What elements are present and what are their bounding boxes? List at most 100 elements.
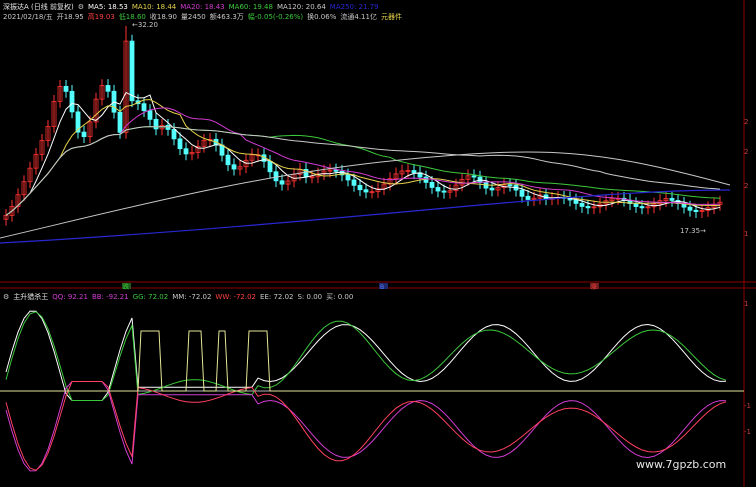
settings-gear-icon[interactable]: ⚙ bbox=[78, 3, 84, 11]
ohlc-item-3: 低18.60 bbox=[118, 13, 146, 21]
candle-body bbox=[273, 171, 279, 182]
price-tick-1: 2 bbox=[744, 148, 749, 156]
chart-frame bbox=[0, 0, 756, 487]
ohlc-item-10: 元器件 bbox=[380, 13, 402, 21]
osc-legend-item-3: MM: -72.02 bbox=[172, 293, 212, 301]
candle-body bbox=[129, 40, 135, 102]
oscillator-legend: QQ: 92.21 BB: -92.21 GG: 72.02 MM: -72.02 WW… bbox=[52, 293, 357, 301]
candle-body bbox=[579, 202, 585, 207]
price-tick-2: 2 bbox=[744, 182, 749, 190]
candle-body bbox=[669, 198, 675, 201]
candle-body bbox=[519, 189, 525, 197]
candle-body bbox=[333, 169, 339, 172]
stock-name[interactable]: 深振达A (日线 前复权) bbox=[3, 3, 74, 11]
oscillator-title[interactable]: 主升猎杀王 bbox=[13, 293, 48, 301]
moving-average-lines bbox=[0, 91, 731, 244]
osc-tick-2: -1 bbox=[744, 428, 751, 436]
candle-body bbox=[411, 170, 417, 174]
ma-legend: MA5: 18.53 MA10: 18.44 MA20: 18.43 MA60: 19… bbox=[88, 3, 383, 11]
candle-body bbox=[177, 138, 183, 150]
ohlc-item-6: 额463.3万 bbox=[209, 13, 244, 21]
high-price-label: ←32.20 bbox=[132, 21, 158, 29]
candle-body bbox=[183, 148, 189, 155]
candle-body bbox=[225, 154, 231, 166]
settings-gear-icon[interactable]: ⚙ bbox=[3, 293, 9, 301]
ohlc-item-9: 流通4.11亿 bbox=[340, 13, 377, 21]
candle-body bbox=[63, 85, 69, 92]
osc-legend-item-6: S: 0.00 bbox=[297, 293, 323, 301]
candle-body bbox=[81, 131, 87, 138]
ma-line-250 bbox=[0, 189, 731, 244]
candle-body bbox=[693, 209, 699, 212]
candle-body bbox=[687, 206, 693, 211]
candle-body bbox=[351, 179, 357, 186]
stock-chart: ←32.20 17.35→ 跌 B 涨 bbox=[0, 0, 756, 487]
ohlc-item-5: 量2450 bbox=[180, 13, 206, 21]
candle-body bbox=[279, 180, 285, 185]
candle-body bbox=[489, 187, 495, 191]
osc-legend-item-7: 买: 0.00 bbox=[326, 293, 354, 301]
osc-line-white bbox=[5, 310, 727, 401]
ma-legend-item-3: MA60: 19.48 bbox=[228, 3, 273, 11]
candle-body bbox=[357, 184, 363, 191]
candle-body bbox=[585, 206, 591, 209]
ma-legend-item-2: MA20: 18.43 bbox=[180, 3, 225, 11]
candle-body bbox=[345, 174, 351, 181]
ma-legend-item-4: MA120: 20.64 bbox=[276, 3, 326, 11]
ma-line-2 bbox=[5, 107, 721, 216]
osc-legend-item-2: GG: 72.02 bbox=[132, 293, 169, 301]
ohlc-item-7: 幅-0.05(-0.26%) bbox=[247, 13, 304, 21]
osc-line-red bbox=[5, 381, 727, 471]
candle-body bbox=[117, 111, 123, 133]
candle-body bbox=[165, 124, 171, 130]
candle-body bbox=[435, 187, 441, 192]
main-header-line1: 深振达A (日线 前复权) ⚙ MA5: 18.53 MA10: 18.44 MA20:… bbox=[3, 2, 387, 12]
osc-tick-0: 1 bbox=[744, 300, 749, 308]
candle-body bbox=[525, 195, 531, 200]
candle-body bbox=[639, 206, 645, 209]
ma-legend-item-5: MA250: 21.79 bbox=[329, 3, 379, 11]
candle-body bbox=[507, 184, 513, 187]
osc-legend-item-0: QQ: 92.21 bbox=[52, 293, 88, 301]
signal-marker-text: 跌 bbox=[123, 283, 129, 291]
osc-line-magenta bbox=[5, 381, 727, 472]
oscillator-panel bbox=[0, 310, 744, 472]
price-tick-0: 2 bbox=[744, 118, 749, 126]
candle-body bbox=[429, 181, 435, 188]
ma-legend-item-1: MA10: 18.44 bbox=[131, 3, 177, 11]
signal-marker-text: B bbox=[380, 284, 384, 291]
osc-line-green bbox=[5, 311, 727, 401]
annotation-marks: ←32.20 17.35→ 跌 B 涨 bbox=[122, 21, 706, 291]
ohlc-item-0: 2021/02/18/五 bbox=[3, 13, 53, 21]
sub-header-line: ⚙ 主升猎杀王 QQ: 92.21 BB: -92.21 GG: 72.02 MM: -7… bbox=[3, 292, 361, 302]
osc-legend-item-1: BB: -92.21 bbox=[91, 293, 129, 301]
candle-body bbox=[441, 190, 447, 193]
candle-body bbox=[231, 164, 237, 170]
price-tick-3: 1 bbox=[744, 230, 749, 238]
ohlc-item-8: 换0.06% bbox=[307, 13, 337, 21]
candle-body bbox=[363, 189, 369, 193]
candle-body bbox=[471, 175, 477, 178]
candle-body bbox=[633, 203, 639, 207]
candle-body bbox=[141, 103, 147, 112]
candle-body bbox=[153, 118, 159, 130]
ohlc-item-1: 开18.95 bbox=[56, 13, 84, 21]
candle-body bbox=[105, 85, 111, 92]
osc-legend-item-5: EE: 72.02 bbox=[260, 293, 294, 301]
osc-legend-item-4: WW: -72.02 bbox=[215, 293, 257, 301]
candle-body bbox=[573, 199, 579, 204]
signal-marker-text: 涨 bbox=[591, 283, 597, 291]
candle-body bbox=[69, 90, 75, 113]
ohlc-item-4: 收18.90 bbox=[149, 13, 177, 21]
candle-body bbox=[147, 110, 153, 120]
osc-tick-1: -1 bbox=[744, 402, 751, 410]
low-price-label: 17.35→ bbox=[680, 227, 706, 235]
ohlc-item-2: 高19.03 bbox=[87, 13, 115, 21]
candle-body bbox=[171, 129, 177, 140]
ma-line-long bbox=[0, 151, 731, 239]
ma-legend-item-0: MA5: 18.53 bbox=[87, 3, 128, 11]
watermark: www.7gpzb.com bbox=[636, 458, 727, 471]
candle-body bbox=[267, 160, 273, 173]
candlestick-series bbox=[3, 25, 723, 226]
ohlc-info-line: 2021/02/18/五 开18.95 高19.03 低18.60 收18.90 量245… bbox=[3, 12, 406, 22]
